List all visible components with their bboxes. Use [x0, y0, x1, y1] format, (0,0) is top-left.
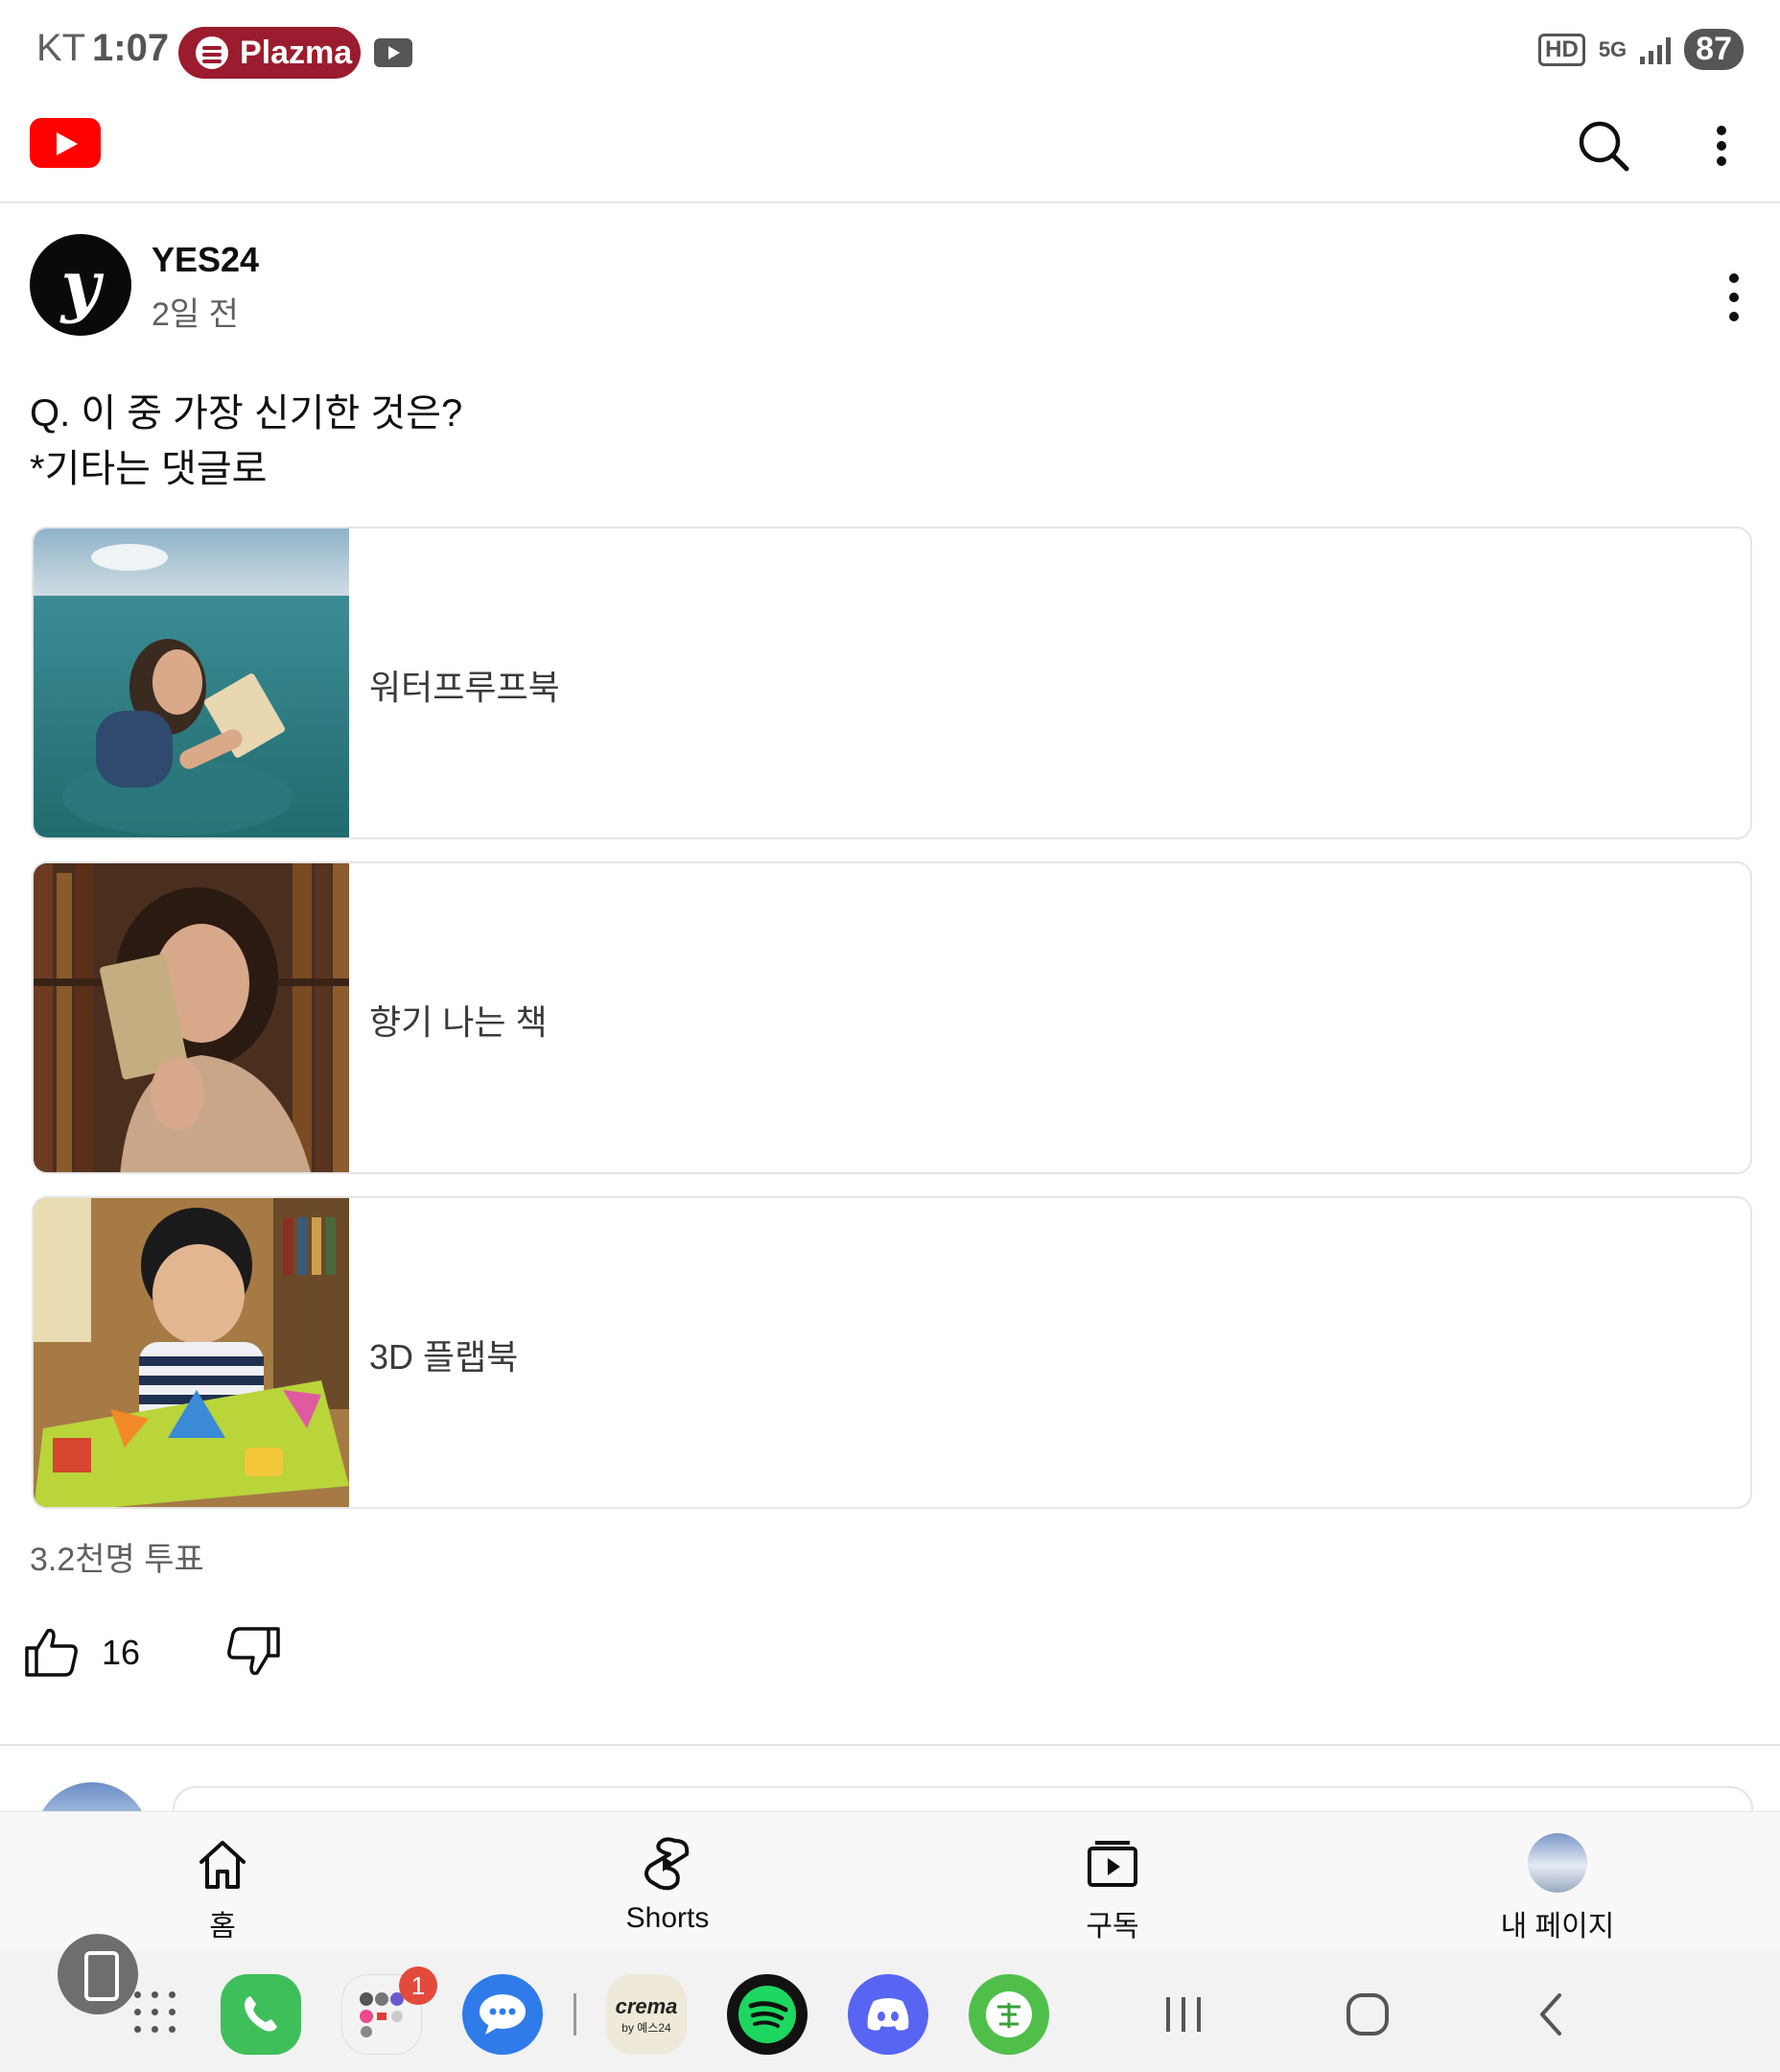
- poll-option[interactable]: 3D 플랩북: [32, 1196, 1752, 1509]
- nav-home[interactable]: 홈: [79, 1812, 366, 1952]
- poll-option[interactable]: 향기 나는 책: [32, 861, 1752, 1174]
- nav-subscriptions-label: 구독: [1086, 1911, 1139, 1942]
- hd-icon: HD: [1538, 33, 1585, 66]
- subscriptions-icon: [1084, 1835, 1141, 1893]
- floating-phone-icon[interactable]: [58, 1934, 138, 2014]
- option-label: 향기 나는 책: [369, 1002, 548, 1042]
- shorts-icon: [639, 1835, 696, 1893]
- section-divider: [0, 1744, 1780, 1746]
- dislike-icon[interactable]: [224, 1625, 282, 1679]
- spotify-icon: [196, 36, 228, 69]
- post-time: 2일 전: [152, 296, 239, 333]
- search-icon[interactable]: [1573, 115, 1634, 177]
- dock-separator: [574, 1993, 576, 2036]
- home-icon: [194, 1835, 251, 1893]
- bottom-navigation: 홈 Shorts 구독 내 페이지: [0, 1811, 1780, 1951]
- youtube-notification-icon: [374, 38, 412, 67]
- nav-home-label: 홈: [209, 1911, 236, 1942]
- option-image-waterproof: [34, 529, 349, 837]
- status-indicators: HD 5G 87: [1538, 29, 1744, 70]
- question-line-2: *기타는 댓글로: [30, 448, 268, 490]
- phone-app-icon[interactable]: [221, 1974, 301, 2055]
- like-count: 16: [102, 1633, 141, 1672]
- profile-avatar: [1528, 1833, 1587, 1893]
- nav-shorts-label: Shorts: [625, 1902, 710, 1934]
- nav-shorts[interactable]: Shorts: [524, 1812, 811, 1952]
- notification-badge: 1: [399, 1966, 437, 2005]
- nav-subscriptions[interactable]: 구독: [969, 1812, 1256, 1952]
- network-5g-icon: 5G: [1598, 36, 1628, 61]
- recent-apps-icon[interactable]: [1155, 1986, 1212, 2043]
- question-line-1: Q. 이 중 가장 신기한 것은?: [30, 392, 463, 435]
- option-image-3d-flap-book: [34, 1198, 349, 1507]
- app-bar: [0, 106, 1780, 203]
- vote-count: 3.2천명 투표: [30, 1542, 204, 1578]
- status-time: 1:07: [92, 27, 170, 69]
- post-question: Q. 이 중 가장 신기한 것은? *기타는 댓글로: [30, 386, 462, 497]
- discord-app-icon[interactable]: [848, 1974, 928, 2055]
- home-button-icon[interactable]: [1339, 1986, 1396, 2043]
- back-icon[interactable]: [1523, 1986, 1581, 2043]
- option-label: 3D 플랩북: [369, 1337, 519, 1377]
- like-icon[interactable]: [23, 1625, 81, 1679]
- hanja-app-icon[interactable]: [969, 1974, 1049, 2055]
- more-vert-icon[interactable]: [1698, 115, 1745, 177]
- channel-avatar[interactable]: y: [30, 234, 131, 336]
- nav-you[interactable]: 내 페이지: [1414, 1812, 1701, 1952]
- signal-icon: [1640, 35, 1672, 64]
- app-drawer-icon[interactable]: [134, 1991, 176, 2034]
- post-menu-icon[interactable]: [1717, 269, 1751, 326]
- carrier-label: KT: [36, 27, 86, 69]
- battery-indicator: 87: [1684, 29, 1744, 70]
- nav-you-label: 내 페이지: [1500, 1911, 1615, 1942]
- media-pill[interactable]: Plazma: [178, 27, 361, 79]
- crema-sub-label: by 예스24: [621, 2020, 671, 2035]
- spotify-app-icon[interactable]: [727, 1974, 808, 2055]
- option-label: 워터프루프북: [369, 668, 560, 707]
- crema-label: crema: [615, 1993, 678, 2018]
- poll-option[interactable]: 워터프루프북: [32, 527, 1752, 839]
- channel-name[interactable]: YES24: [152, 240, 259, 280]
- status-bar: KT 1:07 Plazma HD 5G 87: [0, 0, 1780, 106]
- option-image-scented-book: [34, 863, 349, 1172]
- crema-app-icon[interactable]: crema by 예스24: [606, 1974, 687, 2055]
- youtube-logo[interactable]: [30, 118, 101, 168]
- media-pill-label: Plazma: [240, 34, 353, 71]
- messages-app-icon[interactable]: [462, 1974, 543, 2055]
